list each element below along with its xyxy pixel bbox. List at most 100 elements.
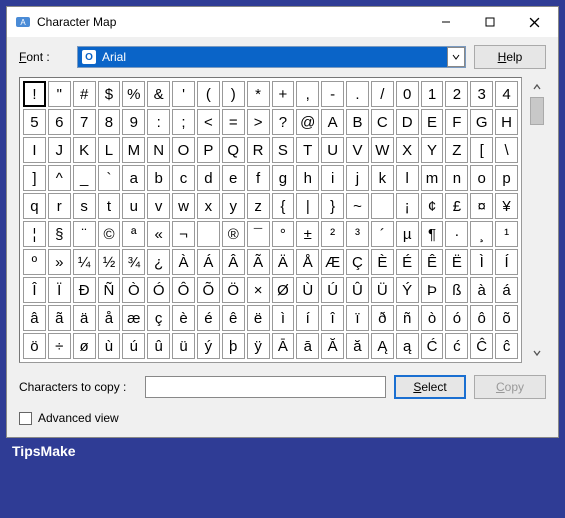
character-cell[interactable]: ( <box>197 81 220 107</box>
character-cell[interactable]: 1 <box>421 81 444 107</box>
character-cell[interactable]: § <box>48 221 71 247</box>
character-cell[interactable]: È <box>371 249 394 275</box>
character-cell[interactable]: ´ <box>371 221 394 247</box>
character-cell[interactable]: ¶ <box>421 221 444 247</box>
character-cell[interactable]: w <box>172 193 195 219</box>
character-cell[interactable]: Q <box>222 137 245 163</box>
character-cell[interactable]: " <box>48 81 71 107</box>
character-cell[interactable]: L <box>98 137 121 163</box>
character-cell[interactable]: ¸ <box>470 221 493 247</box>
character-cell[interactable]: Ï <box>48 277 71 303</box>
character-cell[interactable]: ¾ <box>122 249 145 275</box>
character-cell[interactable]: V <box>346 137 369 163</box>
character-cell[interactable]: c <box>172 165 195 191</box>
character-cell[interactable]: B <box>346 109 369 135</box>
character-cell[interactable]: % <box>122 81 145 107</box>
character-cell[interactable]: | <box>296 193 319 219</box>
character-cell[interactable]: × <box>247 277 270 303</box>
character-cell[interactable]: Ç <box>346 249 369 275</box>
character-cell[interactable]: Z <box>445 137 468 163</box>
character-cell[interactable]: 9 <box>122 109 145 135</box>
character-cell[interactable]: ć <box>445 333 468 359</box>
character-cell[interactable]: Þ <box>421 277 444 303</box>
character-cell[interactable]: ë <box>247 305 270 331</box>
maximize-button[interactable] <box>468 8 512 36</box>
character-cell[interactable]: I <box>23 137 46 163</box>
character-cell[interactable]: r <box>48 193 71 219</box>
character-cell[interactable]: E <box>421 109 444 135</box>
character-cell[interactable]: D <box>396 109 419 135</box>
character-cell[interactable]: Ā <box>272 333 295 359</box>
character-cell[interactable]: & <box>147 81 170 107</box>
character-cell[interactable]: ā <box>296 333 319 359</box>
character-cell[interactable]: ¢ <box>421 193 444 219</box>
character-cell[interactable]: Å <box>296 249 319 275</box>
character-cell[interactable] <box>197 221 220 247</box>
character-cell[interactable]: ò <box>421 305 444 331</box>
character-cell[interactable]: © <box>98 221 121 247</box>
character-cell[interactable]: G <box>470 109 493 135</box>
character-cell[interactable]: W <box>371 137 394 163</box>
character-cell[interactable]: C <box>371 109 394 135</box>
character-cell[interactable]: M <box>122 137 145 163</box>
character-cell[interactable]: ü <box>172 333 195 359</box>
character-cell[interactable]: / <box>371 81 394 107</box>
character-cell[interactable]: æ <box>122 305 145 331</box>
character-cell[interactable]: å <box>98 305 121 331</box>
character-cell[interactable]: l <box>396 165 419 191</box>
character-cell[interactable]: ö <box>23 333 46 359</box>
character-cell[interactable]: é <box>197 305 220 331</box>
character-cell[interactable]: j <box>346 165 369 191</box>
scroll-up-icon[interactable] <box>529 79 545 95</box>
character-cell[interactable]: Ù <box>296 277 319 303</box>
character-cell[interactable]: ¬ <box>172 221 195 247</box>
character-cell[interactable]: q <box>23 193 46 219</box>
advanced-view-checkbox[interactable] <box>19 412 32 425</box>
character-cell[interactable]: Á <box>197 249 220 275</box>
character-cell[interactable]: Ö <box>222 277 245 303</box>
character-cell[interactable]: - <box>321 81 344 107</box>
character-cell[interactable]: u <box>122 193 145 219</box>
character-cell[interactable]: ¤ <box>470 193 493 219</box>
character-cell[interactable]: ^ <box>48 165 71 191</box>
character-cell[interactable]: Ý <box>396 277 419 303</box>
character-cell[interactable]: á <box>495 277 518 303</box>
character-cell[interactable]: 5 <box>23 109 46 135</box>
character-cell[interactable]: # <box>73 81 96 107</box>
character-cell[interactable]: Â <box>222 249 245 275</box>
character-cell[interactable]: ð <box>371 305 394 331</box>
character-cell[interactable]: K <box>73 137 96 163</box>
character-cell[interactable]: o <box>470 165 493 191</box>
character-cell[interactable]: O <box>172 137 195 163</box>
character-cell[interactable]: É <box>396 249 419 275</box>
scroll-thumb[interactable] <box>530 97 544 125</box>
character-cell[interactable]: ± <box>296 221 319 247</box>
character-cell[interactable]: º <box>23 249 46 275</box>
scroll-down-icon[interactable] <box>529 345 545 361</box>
character-cell[interactable]: \ <box>495 137 518 163</box>
character-cell[interactable]: ô <box>470 305 493 331</box>
character-cell[interactable]: $ <box>98 81 121 107</box>
character-cell[interactable]: > <box>247 109 270 135</box>
character-cell[interactable]: Õ <box>197 277 220 303</box>
character-cell[interactable]: ø <box>73 333 96 359</box>
character-cell[interactable] <box>371 193 394 219</box>
character-cell[interactable]: X <box>396 137 419 163</box>
character-cell[interactable]: ; <box>172 109 195 135</box>
character-cell[interactable]: } <box>321 193 344 219</box>
character-cell[interactable]: ã <box>48 305 71 331</box>
character-cell[interactable]: ½ <box>98 249 121 275</box>
character-cell[interactable]: Ć <box>421 333 444 359</box>
character-cell[interactable]: « <box>147 221 170 247</box>
character-cell[interactable]: » <box>48 249 71 275</box>
character-cell[interactable]: Ú <box>321 277 344 303</box>
character-cell[interactable]: < <box>197 109 220 135</box>
character-cell[interactable]: ÷ <box>48 333 71 359</box>
character-cell[interactable]: 7 <box>73 109 96 135</box>
character-cell[interactable]: ä <box>73 305 96 331</box>
character-cell[interactable]: n <box>445 165 468 191</box>
character-cell[interactable]: ï <box>346 305 369 331</box>
character-cell[interactable]: ³ <box>346 221 369 247</box>
character-cell[interactable]: è <box>172 305 195 331</box>
character-cell[interactable]: 0 <box>396 81 419 107</box>
